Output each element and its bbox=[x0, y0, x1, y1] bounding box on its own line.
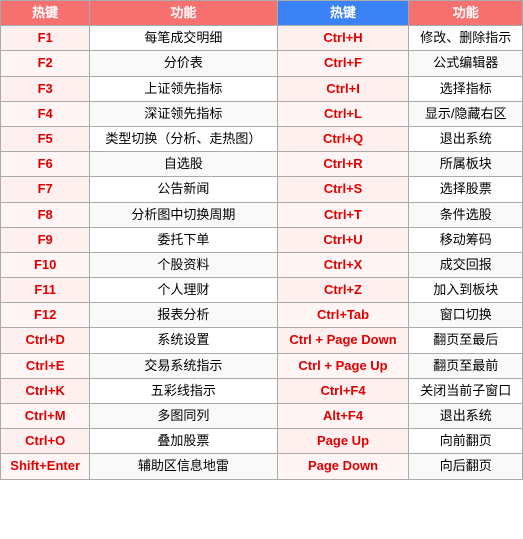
func-cell-right: 所属板块 bbox=[409, 152, 523, 177]
hotkey-cell-left: Ctrl+O bbox=[1, 429, 90, 454]
hotkey-cell-right: Ctrl+S bbox=[277, 177, 409, 202]
func-cell-left: 自选股 bbox=[90, 152, 277, 177]
hotkey-cell-right: Ctrl+Q bbox=[277, 126, 409, 151]
header-func2: 功能 bbox=[409, 1, 523, 26]
func-cell-right: 加入到板块 bbox=[409, 278, 523, 303]
func-cell-right: 窗口切换 bbox=[409, 303, 523, 328]
table-row: F2分价表Ctrl+F公式编辑器 bbox=[1, 51, 523, 76]
hotkey-cell-right: Ctrl+Tab bbox=[277, 303, 409, 328]
hotkey-cell-right: Ctrl+X bbox=[277, 252, 409, 277]
hotkey-cell-left: F12 bbox=[1, 303, 90, 328]
func-cell-left: 五彩线指示 bbox=[90, 378, 277, 403]
func-cell-right: 向后翻页 bbox=[409, 454, 523, 479]
hotkey-cell-left: F11 bbox=[1, 278, 90, 303]
func-cell-right: 向前翻页 bbox=[409, 429, 523, 454]
hotkey-cell-left: F7 bbox=[1, 177, 90, 202]
func-cell-left: 叠加股票 bbox=[90, 429, 277, 454]
func-cell-left: 交易系统指示 bbox=[90, 353, 277, 378]
hotkey-cell-right: Ctrl+I bbox=[277, 76, 409, 101]
table-row: F8分析图中切换周期Ctrl+T条件选股 bbox=[1, 202, 523, 227]
func-cell-left: 辅助区信息地雷 bbox=[90, 454, 277, 479]
hotkey-cell-right: Ctrl+H bbox=[277, 26, 409, 51]
table-row: F4深证领先指标Ctrl+L显示/隐藏右区 bbox=[1, 101, 523, 126]
func-cell-left: 个股资料 bbox=[90, 252, 277, 277]
func-cell-left: 类型切换（分析、走热图） bbox=[90, 126, 277, 151]
hotkey-cell-right: Ctrl+R bbox=[277, 152, 409, 177]
hotkey-cell-left: Ctrl+M bbox=[1, 404, 90, 429]
hotkey-cell-left: F10 bbox=[1, 252, 90, 277]
func-cell-left: 深证领先指标 bbox=[90, 101, 277, 126]
hotkey-cell-right: Page Up bbox=[277, 429, 409, 454]
func-cell-left: 委托下单 bbox=[90, 227, 277, 252]
func-cell-right: 修改、删除指示 bbox=[409, 26, 523, 51]
hotkey-cell-left: F9 bbox=[1, 227, 90, 252]
hotkey-cell-left: F6 bbox=[1, 152, 90, 177]
hotkey-cell-right: Page Down bbox=[277, 454, 409, 479]
hotkey-cell-left: F4 bbox=[1, 101, 90, 126]
func-cell-right: 翻页至最前 bbox=[409, 353, 523, 378]
hotkey-cell-left: F8 bbox=[1, 202, 90, 227]
table-row: F12报表分析Ctrl+Tab窗口切换 bbox=[1, 303, 523, 328]
hotkey-cell-right: Ctrl+F4 bbox=[277, 378, 409, 403]
hotkey-cell-right: Ctrl+T bbox=[277, 202, 409, 227]
func-cell-right: 移动筹码 bbox=[409, 227, 523, 252]
func-cell-left: 报表分析 bbox=[90, 303, 277, 328]
table-row: Ctrl+E交易系统指示Ctrl + Page Up翻页至最前 bbox=[1, 353, 523, 378]
table-row: Ctrl+D系统设置Ctrl + Page Down翻页至最后 bbox=[1, 328, 523, 353]
func-cell-left: 上证领先指标 bbox=[90, 76, 277, 101]
hotkey-cell-right: Ctrl+Z bbox=[277, 278, 409, 303]
func-cell-right: 选择股票 bbox=[409, 177, 523, 202]
hotkey-cell-left: F2 bbox=[1, 51, 90, 76]
table-row: F7公告新闻Ctrl+S选择股票 bbox=[1, 177, 523, 202]
hotkey-cell-left: Ctrl+E bbox=[1, 353, 90, 378]
hotkey-cell-right: Ctrl+U bbox=[277, 227, 409, 252]
table-row: Ctrl+O叠加股票Page Up向前翻页 bbox=[1, 429, 523, 454]
table-row: F5类型切换（分析、走热图）Ctrl+Q退出系统 bbox=[1, 126, 523, 151]
table-row: F1每笔成交明细Ctrl+H修改、删除指示 bbox=[1, 26, 523, 51]
hotkey-cell-right: Ctrl + Page Down bbox=[277, 328, 409, 353]
table-row: F10个股资料Ctrl+X成交回报 bbox=[1, 252, 523, 277]
func-cell-left: 个人理财 bbox=[90, 278, 277, 303]
table-row: Ctrl+M多图同列Alt+F4退出系统 bbox=[1, 404, 523, 429]
func-cell-right: 成交回报 bbox=[409, 252, 523, 277]
hotkey-cell-left: Ctrl+D bbox=[1, 328, 90, 353]
func-cell-left: 多图同列 bbox=[90, 404, 277, 429]
func-cell-right: 公式编辑器 bbox=[409, 51, 523, 76]
hotkey-cell-left: Shift+Enter bbox=[1, 454, 90, 479]
hotkey-cell-left: Ctrl+K bbox=[1, 378, 90, 403]
hotkey-cell-left: F5 bbox=[1, 126, 90, 151]
hotkey-cell-left: F1 bbox=[1, 26, 90, 51]
func-cell-right: 翻页至最后 bbox=[409, 328, 523, 353]
func-cell-right: 退出系统 bbox=[409, 404, 523, 429]
func-cell-left: 分价表 bbox=[90, 51, 277, 76]
hotkey-cell-right: Ctrl+F bbox=[277, 51, 409, 76]
func-cell-right: 选择指标 bbox=[409, 76, 523, 101]
func-cell-right: 退出系统 bbox=[409, 126, 523, 151]
func-cell-left: 每笔成交明细 bbox=[90, 26, 277, 51]
table-row: Ctrl+K五彩线指示Ctrl+F4关闭当前子窗口 bbox=[1, 378, 523, 403]
hotkey-cell-left: F3 bbox=[1, 76, 90, 101]
table-row: Shift+Enter辅助区信息地雷Page Down向后翻页 bbox=[1, 454, 523, 479]
hotkey-cell-right: Ctrl+L bbox=[277, 101, 409, 126]
func-cell-right: 关闭当前子窗口 bbox=[409, 378, 523, 403]
header-hotkey2: 热键 bbox=[277, 1, 409, 26]
table-row: F3上证领先指标Ctrl+I选择指标 bbox=[1, 76, 523, 101]
header-func1: 功能 bbox=[90, 1, 277, 26]
func-cell-right: 显示/隐藏右区 bbox=[409, 101, 523, 126]
hotkey-cell-right: Alt+F4 bbox=[277, 404, 409, 429]
func-cell-right: 条件选股 bbox=[409, 202, 523, 227]
func-cell-left: 系统设置 bbox=[90, 328, 277, 353]
func-cell-left: 公告新闻 bbox=[90, 177, 277, 202]
hotkey-cell-right: Ctrl + Page Up bbox=[277, 353, 409, 378]
table-row: F11个人理财Ctrl+Z加入到板块 bbox=[1, 278, 523, 303]
hotkey-table: 热键 功能 热键 功能 F1每笔成交明细Ctrl+H修改、删除指示F2分价表Ct… bbox=[0, 0, 523, 480]
header-hotkey1: 热键 bbox=[1, 1, 90, 26]
table-row: F9委托下单Ctrl+U移动筹码 bbox=[1, 227, 523, 252]
func-cell-left: 分析图中切换周期 bbox=[90, 202, 277, 227]
table-row: F6自选股Ctrl+R所属板块 bbox=[1, 152, 523, 177]
